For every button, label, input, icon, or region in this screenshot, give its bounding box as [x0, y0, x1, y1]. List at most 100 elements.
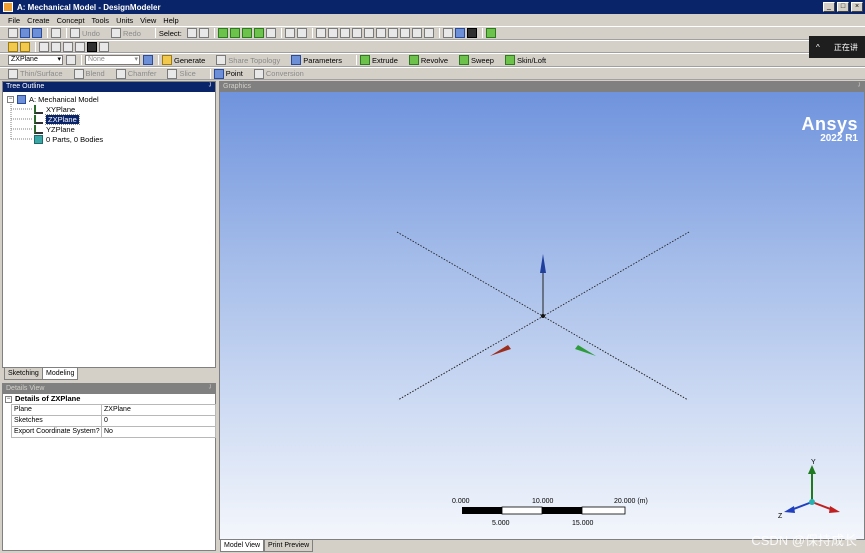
box-zoom-icon[interactable]: [375, 28, 386, 38]
scale-segment: [501, 506, 543, 515]
edge-select-icon[interactable]: [39, 41, 49, 52]
menu-create[interactable]: Create: [27, 16, 50, 25]
thin-surface-button[interactable]: Thin/Surface: [8, 68, 68, 79]
edge-loop-icon[interactable]: [51, 41, 61, 52]
conversion-icon: [253, 68, 264, 79]
side-popup[interactable]: ^ 正在讲: [809, 36, 865, 58]
orientation-triad[interactable]: Y Z: [778, 459, 840, 520]
menu-help[interactable]: Help: [163, 16, 178, 25]
active-sketch-combo[interactable]: None: [85, 55, 140, 65]
tab-modeling[interactable]: Modeling: [42, 368, 79, 380]
new-plane-icon[interactable]: [66, 55, 76, 65]
point-button[interactable]: Point: [213, 68, 248, 79]
redo-button[interactable]: Redo: [110, 28, 146, 38]
details-row[interactable]: Plane ZXPlane: [11, 404, 216, 416]
new-sketch-icon[interactable]: [143, 55, 153, 65]
isometric-view-icon[interactable]: [442, 28, 453, 38]
next-view-icon[interactable]: [423, 28, 434, 38]
select-faces-icon[interactable]: [241, 28, 252, 38]
extend-selection-icon[interactable]: [265, 28, 276, 38]
zoom-in-icon[interactable]: [351, 28, 362, 38]
details-group-header[interactable]: − Details of ZXPlane: [3, 394, 215, 404]
previous-view-icon[interactable]: [411, 28, 422, 38]
collapse-icon[interactable]: −: [5, 395, 12, 403]
toolbar-file: Undo Redo Select:: [0, 26, 865, 40]
popup-text: 正在讲: [833, 42, 858, 52]
details-table: Plane ZXPlane Sketches 0 Export Coordina…: [11, 404, 216, 438]
tree-item-parts[interactable]: 0 Parts, 0 Bodies: [34, 134, 103, 144]
edges-view-icon[interactable]: [20, 41, 30, 52]
details-value[interactable]: No: [101, 426, 216, 438]
extrude-icon: [360, 55, 371, 65]
chevron-up-icon[interactable]: ^: [816, 43, 820, 52]
tree-connector-lines: [10, 102, 33, 140]
graphics-viewport[interactable]: Ansys 2022 R1 0.000 10.000 20.000 (m) 5.…: [220, 92, 864, 539]
skin-loft-button[interactable]: Skin/Loft: [504, 55, 551, 65]
select-filter-icon[interactable]: [198, 28, 209, 38]
toolbar-separator: [35, 41, 36, 52]
zoom-icon[interactable]: [339, 28, 350, 38]
magnifier-icon[interactable]: [399, 28, 410, 38]
scale-label-5: 5.000: [492, 520, 510, 527]
pin-icon[interactable]: ᴶ: [209, 384, 211, 394]
menu-concept[interactable]: Concept: [57, 16, 85, 25]
edge-join-icon[interactable]: [99, 41, 109, 52]
origin-point: [541, 314, 545, 318]
shaded-view-icon[interactable]: [8, 41, 18, 52]
rotate-icon[interactable]: [315, 28, 326, 38]
select-bodies-icon[interactable]: [253, 28, 264, 38]
select-mode-icon[interactable]: [186, 28, 197, 38]
details-value[interactable]: ZXPlane: [101, 404, 216, 416]
menu-tools[interactable]: Tools: [92, 16, 110, 25]
menu-view[interactable]: View: [140, 16, 156, 25]
generate-button[interactable]: Generate: [162, 55, 210, 65]
details-value[interactable]: 0: [101, 415, 216, 427]
display-model-icon[interactable]: [485, 28, 496, 38]
undo-button[interactable]: Undo: [70, 28, 105, 38]
revolve-button[interactable]: Revolve: [408, 55, 453, 65]
share-topology-button[interactable]: Share Topology: [216, 55, 285, 65]
parameters-button[interactable]: Parameters: [291, 55, 347, 65]
menu-file[interactable]: File: [8, 16, 20, 25]
display-points-icon[interactable]: [466, 28, 477, 38]
triad-x-arrow: [829, 506, 840, 513]
edge-tangent-icon[interactable]: [75, 41, 85, 52]
sweep-button[interactable]: Sweep: [459, 55, 499, 65]
minimize-button[interactable]: _: [823, 2, 835, 12]
zoom-out-icon[interactable]: [363, 28, 374, 38]
details-key: Sketches: [11, 415, 102, 427]
maximize-button[interactable]: □: [837, 2, 849, 12]
save-icon[interactable]: [20, 28, 30, 38]
tab-print-preview[interactable]: Print Preview: [264, 540, 314, 552]
paint-select-icon[interactable]: [296, 28, 307, 38]
chamfer-icon: [115, 68, 126, 79]
tab-sketching[interactable]: Sketching: [4, 368, 43, 380]
toolbar-separator: [481, 28, 483, 38]
menu-units[interactable]: Units: [116, 16, 133, 25]
details-row[interactable]: Sketches 0: [11, 415, 216, 427]
screenshot-icon[interactable]: [51, 28, 61, 38]
conversion-button[interactable]: Conversion: [253, 68, 309, 79]
active-plane-combo[interactable]: ZXPlane: [8, 55, 63, 65]
tree-outline-header: Tree Outline ᴶ: [3, 82, 215, 92]
display-plane-icon[interactable]: [454, 28, 465, 38]
point-marker-icon[interactable]: [87, 41, 97, 52]
select-points-icon[interactable]: [217, 28, 228, 38]
chamfer-button[interactable]: Chamfer: [115, 68, 162, 79]
pin-icon[interactable]: ᴶ: [209, 82, 211, 92]
close-button[interactable]: ×: [851, 2, 863, 12]
details-row[interactable]: Export Coordinate System? No: [11, 426, 216, 438]
blend-button[interactable]: Blend: [73, 68, 110, 79]
pan-icon[interactable]: [327, 28, 338, 38]
zoom-fit-icon[interactable]: [387, 28, 398, 38]
tab-model-view[interactable]: Model View: [220, 540, 265, 552]
save-as-icon[interactable]: [32, 28, 42, 38]
new-file-icon[interactable]: [8, 28, 18, 38]
box-select-icon[interactable]: [284, 28, 295, 38]
select-edges-icon[interactable]: [229, 28, 240, 38]
skin-loft-icon: [504, 55, 515, 65]
slice-button[interactable]: Slice: [167, 68, 200, 79]
edge-chain-icon[interactable]: [63, 41, 73, 52]
extrude-button[interactable]: Extrude: [360, 55, 403, 65]
pin-icon[interactable]: ᴶ: [858, 82, 860, 92]
